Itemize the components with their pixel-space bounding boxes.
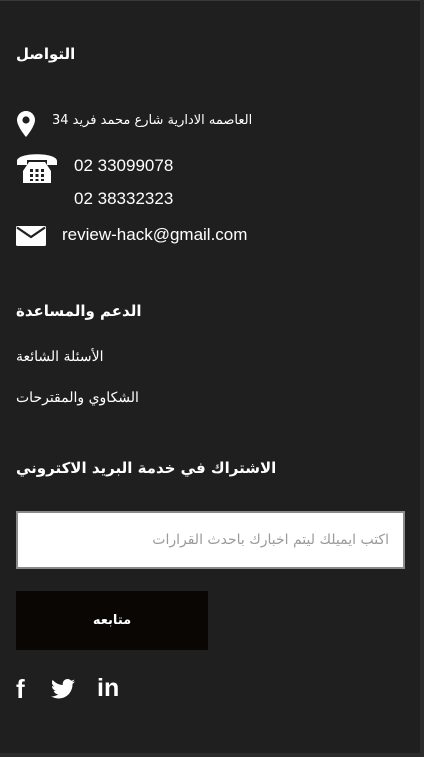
envelope-icon — [16, 226, 46, 250]
contact-phone-1[interactable]: 02 33099078 — [74, 156, 173, 176]
complaints-link[interactable]: الشكاوي والمقترحات — [16, 390, 139, 406]
support-heading: الدعم والمساعدة — [16, 302, 142, 320]
map-pin-icon — [17, 111, 35, 141]
newsletter-email-input[interactable] — [16, 511, 405, 569]
faq-link[interactable]: الأسئلة الشائعة — [16, 349, 104, 365]
subscribe-button[interactable]: متابعه — [16, 591, 208, 650]
facebook-icon[interactable]: f — [16, 676, 25, 702]
twitter-icon[interactable] — [51, 679, 75, 703]
contact-phone-2[interactable]: 02 38332323 — [74, 189, 173, 209]
contact-email[interactable]: review-hack@gmail.com — [62, 225, 247, 245]
linkedin-icon[interactable]: in — [97, 676, 119, 701]
telephone-icon — [16, 150, 58, 188]
contact-heading: التواصل — [16, 45, 76, 63]
newsletter-heading: الاشتراك في خدمة البريد الاكتروني — [16, 459, 277, 477]
footer-panel: التواصل العاصمه الادارية شارع محمد فريد … — [0, 0, 420, 753]
contact-address: العاصمه الادارية شارع محمد فريد 34 — [52, 113, 253, 128]
